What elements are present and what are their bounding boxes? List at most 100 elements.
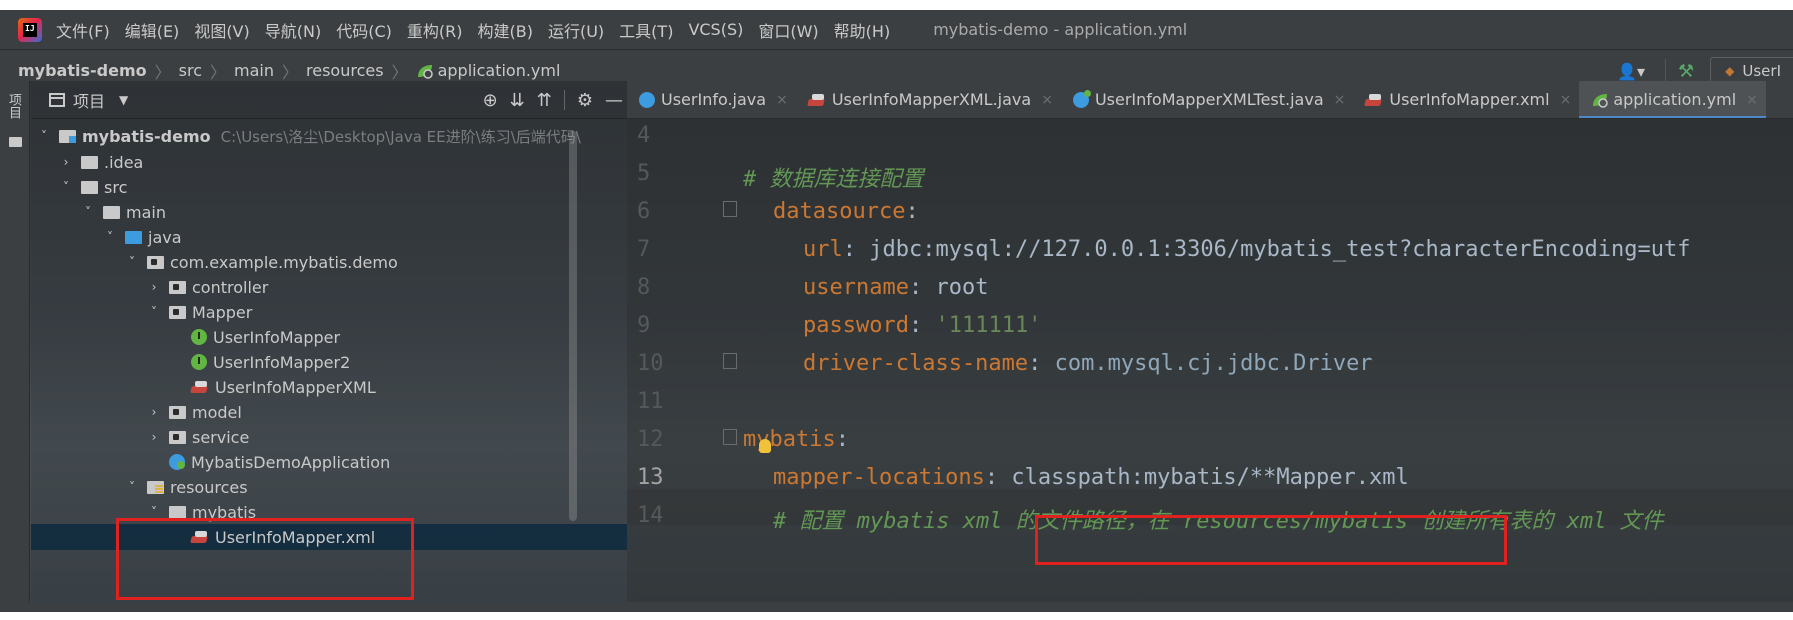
tree-node-project-root[interactable]: ˅ mybatis-demo C:\Users\洛尘\Desktop\Java … (31, 123, 627, 149)
tree-node-idea[interactable]: › .idea (31, 149, 627, 175)
tree-node-label: com.example.mybatis.demo (170, 252, 398, 272)
yaml-value: jdbc:mysql://127.0.0.1:3306/mybatis_test… (869, 237, 1691, 262)
chevron-down-icon[interactable]: ˅ (103, 230, 117, 244)
project-tool-window-button[interactable]: 项目 (6, 93, 23, 119)
spring-boot-app-icon (169, 454, 185, 470)
menu-run[interactable]: 运行(U) (548, 18, 604, 42)
menu-bar: IJ 文件(F) 编辑(E) 视图(V) 导航(N) 代码(C) 重构(R) 构… (0, 10, 1793, 50)
tree-node-model[interactable]: › model (31, 399, 627, 425)
locate-file-icon[interactable]: ⊕ (483, 90, 498, 111)
chevron-down-icon[interactable]: ˅ (81, 205, 95, 219)
chevron-down-icon[interactable]: ˅ (147, 305, 161, 319)
menu-help[interactable]: 帮助(H) (834, 18, 891, 42)
menu-refactor[interactable]: 重构(R) (407, 18, 463, 42)
interface-icon: I (191, 329, 207, 345)
tree-node-label: UserInfoMapperXML (215, 377, 376, 397)
chevron-down-icon[interactable]: ˅ (125, 480, 139, 494)
mybatis-mapper-icon (808, 93, 826, 107)
chevron-down-icon[interactable]: ˅ (125, 255, 139, 269)
tree-scrollbar[interactable] (569, 131, 577, 521)
tree-node-package[interactable]: ˅ com.example.mybatis.demo (31, 249, 627, 275)
close-icon[interactable]: × (1041, 92, 1053, 108)
chevron-right-icon[interactable]: › (59, 155, 73, 169)
chevron-down-icon[interactable]: ▼ (119, 93, 128, 107)
fold-marker-icon[interactable] (723, 353, 737, 369)
folder-icon (81, 155, 98, 169)
fold-marker-icon[interactable] (723, 201, 737, 217)
tree-node-userinfomapper2[interactable]: I UserInfoMapper2 (31, 349, 627, 375)
tab-userinfomapper-xml[interactable]: UserInfoMapper.xml × (1353, 81, 1579, 118)
menu-build[interactable]: 构建(B) (478, 18, 533, 42)
breadcrumb-file[interactable]: application.yml (438, 61, 561, 80)
tree-node-label: UserInfoMapper2 (213, 352, 351, 372)
chevron-right-icon[interactable]: › (147, 430, 161, 444)
gear-icon[interactable]: ⚙ (577, 90, 593, 111)
breadcrumb-project[interactable]: mybatis-demo (18, 61, 147, 80)
build-hammer-icon[interactable]: ⚒ (1678, 61, 1694, 82)
yaml-key: url (803, 237, 843, 262)
tree-node-java[interactable]: ˅ java (31, 224, 627, 250)
mybatis-xml-icon (1365, 93, 1383, 107)
package-icon (169, 405, 186, 419)
highlight-box-resources (116, 518, 414, 600)
chevron-down-icon[interactable]: ˅ (37, 129, 51, 143)
tab-label: UserInfo.java (661, 90, 767, 109)
config-icon: ◆ (1725, 64, 1735, 78)
breadcrumb-src[interactable]: src (179, 61, 202, 80)
tab-userinfomapperxml-java[interactable]: UserInfoMapperXML.java × (796, 81, 1061, 118)
tree-node-userinfomapperxml[interactable]: UserInfoMapperXML (31, 374, 627, 400)
expand-all-icon[interactable]: ⇊ (510, 90, 525, 111)
project-panel-title[interactable]: 项目 (73, 88, 105, 112)
menu-file[interactable]: 文件(F) (56, 18, 110, 42)
editor-tabs: UserInfo.java × UserInfoMapperXML.java ×… (627, 81, 1793, 119)
tree-node-label: MybatisDemoApplication (191, 452, 391, 472)
tree-node-label: controller (192, 277, 269, 297)
lightbulb-icon[interactable] (759, 439, 771, 453)
tab-userinfomapperxmltest-java[interactable]: UserInfoMapperXMLTest.java × (1061, 81, 1353, 118)
tree-node-label: mybatis-demo (82, 126, 211, 146)
breadcrumb-resources[interactable]: resources (306, 61, 384, 80)
chevron-down-icon[interactable]: ˅ (147, 505, 161, 519)
left-tool-stripe: 项目 (0, 81, 30, 602)
intellij-logo-icon[interactable]: IJ (18, 17, 42, 42)
fold-marker-icon[interactable] (723, 429, 737, 445)
tree-node-service[interactable]: › service (31, 424, 627, 450)
close-icon[interactable]: × (1334, 92, 1346, 108)
close-icon[interactable]: × (776, 92, 788, 108)
line-number: 7 (637, 237, 651, 262)
chevron-right-icon[interactable]: › (147, 280, 161, 294)
close-icon[interactable]: × (1746, 92, 1758, 108)
menu-window[interactable]: 窗口(W) (758, 18, 818, 42)
menu-tools[interactable]: 工具(T) (619, 18, 673, 42)
yaml-value: root (935, 275, 989, 300)
chevron-right-icon[interactable]: › (147, 405, 161, 419)
yaml-value: classpath:mybatis/**Mapper.xml (1011, 465, 1409, 490)
package-icon (169, 430, 186, 444)
menu-code[interactable]: 代码(C) (336, 18, 392, 42)
menu-view[interactable]: 视图(V) (194, 18, 249, 42)
tree-node-mapper[interactable]: ˅ Mapper (31, 299, 627, 325)
tree-node-userinfomapper[interactable]: I UserInfoMapper (31, 324, 627, 350)
tab-userinfo-java[interactable]: UserInfo.java × (627, 81, 796, 118)
menu-navigate[interactable]: 导航(N) (265, 18, 321, 42)
resources-folder-icon (147, 480, 164, 494)
user-icon[interactable]: 👤▾ (1617, 62, 1645, 81)
tree-node-controller[interactable]: › controller (31, 274, 627, 300)
tab-application-yml[interactable]: application.yml × (1579, 81, 1766, 118)
breadcrumb-main[interactable]: main (234, 61, 274, 80)
chevron-down-icon[interactable]: ˅ (59, 180, 73, 194)
collapse-all-icon[interactable]: ⇈ (537, 90, 552, 111)
tree-node-resources[interactable]: ˅ resources (31, 474, 627, 500)
menu-edit[interactable]: 编辑(E) (125, 18, 180, 42)
tree-node-application[interactable]: MybatisDemoApplication (31, 449, 627, 475)
breadcrumb-separator-icon: 〉 (154, 62, 171, 82)
menu-vcs[interactable]: VCS(S) (688, 20, 743, 39)
code-line-5: # 数据库连接配置 (743, 161, 924, 193)
yaml-key: mapper-locations (773, 465, 985, 490)
tree-node-label: main (126, 202, 166, 222)
tree-node-label: UserInfoMapper (213, 327, 341, 347)
close-icon[interactable]: × (1560, 92, 1572, 108)
hide-panel-icon[interactable]: — (605, 90, 623, 111)
tree-node-main[interactable]: ˅ main (31, 199, 627, 225)
tree-node-src[interactable]: ˅ src (31, 174, 627, 200)
